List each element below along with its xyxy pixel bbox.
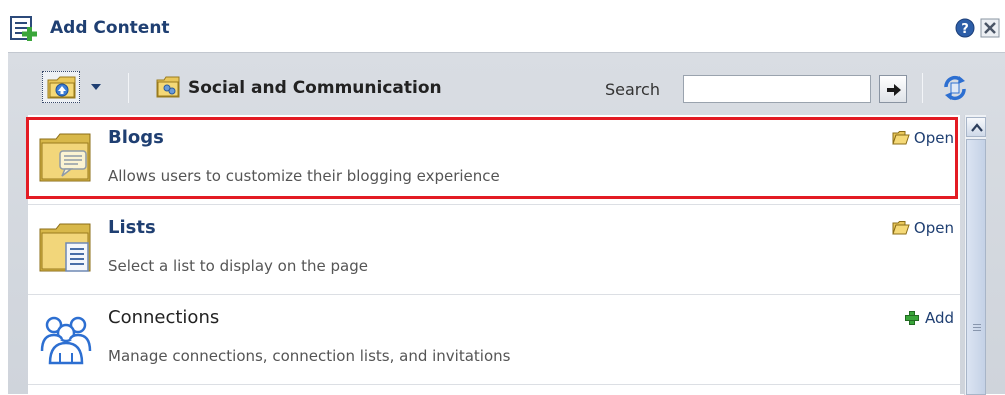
people-icon	[40, 316, 92, 365]
scroll-up-button[interactable]	[966, 117, 986, 137]
category-folder-icon	[156, 76, 180, 98]
open-folder-icon	[892, 221, 910, 235]
search-input[interactable]	[683, 75, 871, 103]
folder-list-icon	[39, 223, 91, 272]
arrow-right-icon	[887, 84, 901, 96]
folder-up-icon	[47, 76, 76, 99]
scroll-thumb[interactable]	[966, 139, 986, 395]
chevron-up-icon	[971, 123, 983, 132]
add-button[interactable]: Add	[903, 309, 954, 327]
item-title[interactable]: Connections	[108, 307, 219, 328]
title-bar: Add Content ?	[8, 6, 1005, 52]
toolbar-divider	[128, 73, 129, 103]
add-content-icon	[10, 16, 37, 41]
content-list: Blogs Allows users to customize their bl…	[26, 115, 960, 395]
search-go-button[interactable]	[879, 75, 907, 103]
open-label[interactable]: Open	[914, 219, 954, 237]
dialog-title: Add Content	[50, 18, 170, 38]
item-description: Select a list to display on the page	[108, 257, 368, 275]
item-title[interactable]: Blogs	[108, 127, 164, 148]
open-label[interactable]: Open	[914, 129, 954, 147]
selection-highlight	[26, 117, 958, 199]
scroll-grip	[973, 324, 981, 325]
search-label: Search	[605, 80, 660, 99]
toolbar-divider	[922, 73, 923, 103]
close-icon[interactable]	[980, 18, 1000, 38]
help-icon[interactable]: ?	[955, 18, 975, 38]
list-item-lists[interactable]: Lists Select a list to display on the pa…	[28, 205, 960, 295]
open-button[interactable]: Open	[892, 129, 954, 147]
svg-text:?: ?	[961, 22, 969, 37]
item-title[interactable]: Lists	[108, 217, 156, 238]
add-content-dialog: Add Content ? Social and Communication S…	[8, 6, 1005, 395]
list-item-blogs[interactable]: Blogs Allows users to customize their bl…	[26, 115, 960, 205]
chevron-down-icon[interactable]	[88, 81, 104, 93]
vertical-scrollbar[interactable]	[964, 115, 986, 395]
folder-up-button[interactable]	[42, 71, 80, 103]
content-panel: Social and Communication Search Blogs Al…	[8, 52, 1005, 395]
add-label[interactable]: Add	[925, 309, 954, 327]
list-item-connections[interactable]: Connections Manage connections, connecti…	[28, 295, 960, 385]
open-button[interactable]: Open	[892, 219, 954, 237]
item-description: Manage connections, connection lists, an…	[108, 347, 511, 365]
item-description: Allows users to customize their blogging…	[108, 167, 500, 185]
refresh-icon[interactable]	[940, 73, 970, 103]
add-plus-icon	[904, 311, 919, 325]
category-label: Social and Communication	[188, 78, 442, 98]
toolbar: Social and Communication Search	[8, 53, 1005, 115]
open-folder-icon	[892, 131, 910, 145]
folder-blog-icon	[39, 133, 91, 182]
